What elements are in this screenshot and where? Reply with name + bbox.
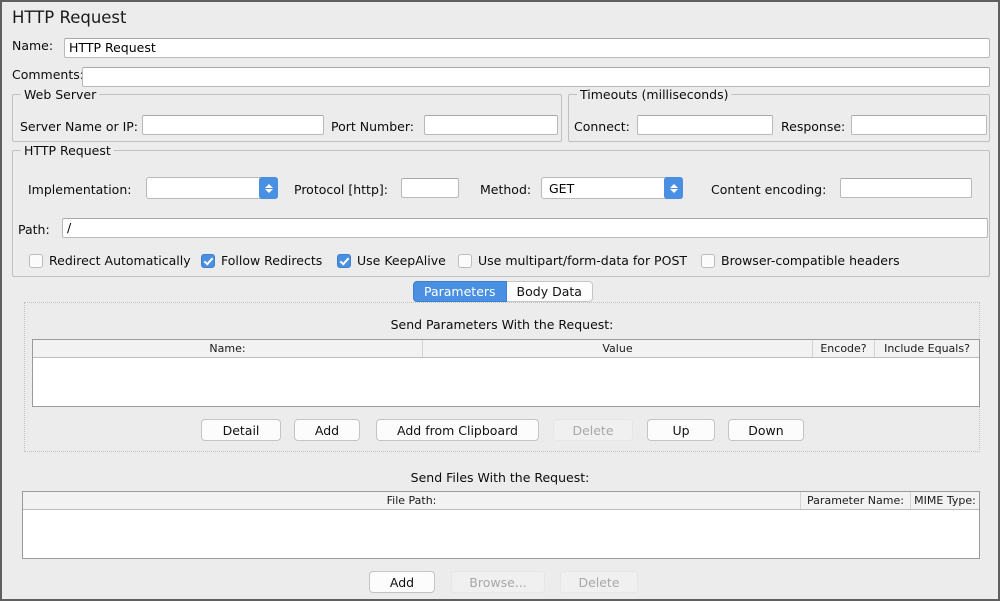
name-row: Name:	[12, 38, 53, 53]
column-header-value[interactable]: Value	[423, 340, 813, 357]
name-label: Name:	[12, 38, 54, 53]
tab-parameters[interactable]: Parameters	[413, 281, 507, 302]
checkbox-use-multipart-form-data[interactable]: Use multipart/form-data for POST	[458, 253, 687, 268]
path-input[interactable]: /	[62, 218, 988, 238]
parameters-caption: Send Parameters With the Request:	[390, 317, 614, 332]
checkbox-box-icon[interactable]	[458, 253, 472, 268]
files-table[interactable]: File Path: Parameter Name: MIME Type:	[22, 491, 980, 559]
checkbox-browser-compatible-headers[interactable]: Browser-compatible headers	[701, 253, 900, 268]
connect-timeout-label: Connect:	[574, 119, 630, 134]
port-number-input[interactable]	[424, 115, 558, 135]
file-delete-button: Delete	[560, 571, 638, 593]
tab-label: Body Data	[516, 284, 582, 299]
parameter-up-button[interactable]: Up	[647, 419, 715, 441]
content-encoding-input[interactable]	[840, 178, 972, 198]
server-name-input[interactable]	[142, 115, 324, 135]
files-table-body[interactable]	[23, 510, 979, 558]
file-add-button[interactable]: Add	[369, 571, 435, 593]
parameters-table-body[interactable]	[33, 358, 979, 406]
checkbox-box-icon[interactable]	[201, 253, 215, 268]
checkbox-label: Redirect Automatically	[49, 253, 191, 268]
comments-label: Comments:	[12, 67, 84, 82]
connect-timeout-input[interactable]	[637, 115, 773, 135]
checkbox-label: Follow Redirects	[221, 253, 323, 268]
tab-label: Parameters	[424, 284, 496, 299]
http-request-group-title: HTTP Request	[21, 143, 114, 158]
implementation-label: Implementation:	[28, 182, 132, 197]
checkbox-use-keepalive[interactable]: Use KeepAlive	[337, 253, 446, 268]
protocol-input[interactable]	[401, 178, 459, 198]
timeouts-group-title: Timeouts (milliseconds)	[577, 87, 732, 102]
stepper-icon[interactable]	[664, 177, 683, 199]
checkbox-box-icon[interactable]	[701, 253, 715, 268]
server-name-label: Server Name or IP:	[20, 119, 139, 134]
parameters-table[interactable]: Name: Value Encode? Include Equals?	[32, 339, 980, 407]
parameter-add-from-clipboard-button[interactable]: Add from Clipboard	[376, 419, 539, 441]
path-label: Path:	[18, 222, 50, 237]
column-header-include-equals[interactable]: Include Equals?	[875, 340, 979, 357]
response-timeout-label: Response:	[781, 119, 846, 134]
name-input[interactable]: HTTP Request	[64, 38, 990, 58]
parameter-down-button[interactable]: Down	[728, 419, 804, 441]
method-combo[interactable]: GET	[541, 177, 683, 199]
checkbox-follow-redirects[interactable]: Follow Redirects	[201, 253, 322, 268]
content-encoding-label: Content encoding:	[711, 182, 827, 197]
column-header-encode[interactable]: Encode?	[813, 340, 875, 357]
response-timeout-input[interactable]	[851, 115, 987, 135]
checkbox-label: Use multipart/form-data for POST	[478, 253, 688, 268]
tab-body-data[interactable]: Body Data	[506, 281, 593, 302]
files-table-header: File Path: Parameter Name: MIME Type:	[23, 492, 979, 510]
comments-row: Comments:	[12, 67, 84, 82]
checkbox-box-icon[interactable]	[337, 253, 351, 268]
stepper-icon[interactable]	[259, 177, 278, 199]
column-header-mime-type[interactable]: MIME Type:	[911, 492, 979, 509]
parameter-detail-button[interactable]: Detail	[201, 419, 281, 441]
method-label: Method:	[480, 182, 532, 197]
port-number-label: Port Number:	[331, 119, 414, 134]
checkbox-redirect-automatically[interactable]: Redirect Automatically	[29, 253, 191, 268]
checkbox-label: Browser-compatible headers	[721, 253, 900, 268]
checkbox-box-icon[interactable]	[29, 253, 43, 268]
page-title: HTTP Request	[12, 7, 127, 27]
column-header-file-path[interactable]: File Path:	[23, 492, 801, 509]
tab-bar: Parameters Body Data	[413, 281, 593, 302]
parameter-add-button[interactable]: Add	[294, 419, 360, 441]
checkbox-label: Use KeepAlive	[357, 253, 446, 268]
window-title-bar: HTTP Request	[2, 2, 998, 32]
parameter-delete-button: Delete	[553, 419, 633, 441]
column-header-parameter-name[interactable]: Parameter Name:	[801, 492, 911, 509]
web-server-group-title: Web Server	[21, 87, 100, 102]
column-header-name[interactable]: Name:	[33, 340, 423, 357]
file-browse-button: Browse...	[451, 571, 545, 593]
method-value: GET	[549, 180, 575, 196]
implementation-combo[interactable]	[146, 177, 278, 199]
http-request-window: HTTP Request Name: HTTP Request Comments…	[0, 0, 1000, 601]
protocol-label: Protocol [http]:	[294, 182, 388, 197]
parameters-table-header: Name: Value Encode? Include Equals?	[33, 340, 979, 358]
files-caption: Send Files With the Request:	[410, 470, 590, 485]
comments-input[interactable]	[82, 67, 990, 87]
